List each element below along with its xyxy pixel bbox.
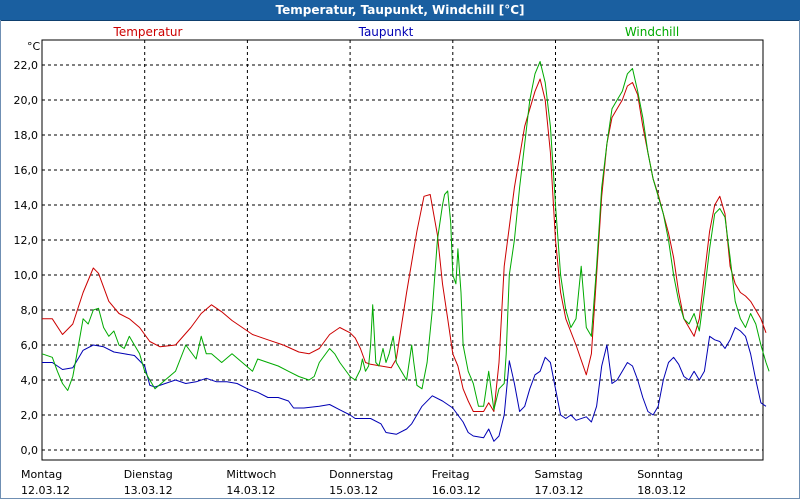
chart-grid: [42, 40, 763, 460]
x-tick-day: Donnerstag: [329, 468, 393, 481]
y-axis-label: °C: [27, 40, 41, 53]
x-tick-day: Sonntag: [637, 468, 683, 481]
legend-item-temperatur: Temperatur: [113, 25, 183, 39]
chart-frame: 0,0 2,0 4,0 6,0 8,0 10,0 12,0 14,0 16,0 18,0 20,0 2…: [0, 20, 800, 499]
legend: Temperatur Taupunkt Windchill: [113, 25, 680, 39]
y-tick-label: 22,0: [14, 59, 39, 72]
y-tick-label: 12,0: [14, 234, 39, 247]
x-tick-day: Mittwoch: [226, 468, 276, 481]
x-tick-day: Dienstag: [124, 468, 173, 481]
y-tick-label: 4,0: [21, 374, 39, 387]
y-tick-label: 8,0: [21, 304, 39, 317]
window-titlebar: Temperatur, Taupunkt, Windchill [°C]: [0, 0, 800, 21]
plot-area: [41, 39, 764, 461]
x-axis-ticks: Montag 12.03.12 Dienstag 13.03.12 Mittwoch 14…: [21, 468, 686, 497]
legend-item-windchill: Windchill: [625, 25, 679, 39]
y-tick-label: 20,0: [14, 94, 39, 107]
y-tick-label: 2,0: [21, 409, 39, 422]
x-tick-date: 14.03.12: [226, 484, 275, 497]
series-layer: [41, 61, 770, 442]
x-tick-day: Freitag: [432, 468, 470, 481]
line-chart: 0,0 2,0 4,0 6,0 8,0 10,0 12,0 14,0 16,0 18,0 20,0 2…: [14, 25, 770, 497]
x-tick-date: 13.03.12: [124, 484, 173, 497]
x-tick-date: 16.03.12: [432, 484, 481, 497]
legend-item-taupunkt: Taupunkt: [358, 25, 414, 39]
x-tick-date: 15.03.12: [329, 484, 378, 497]
y-tick-label: 16,0: [14, 164, 39, 177]
x-tick-day: Samstag: [535, 468, 583, 481]
window-title: Temperatur, Taupunkt, Windchill [°C]: [275, 3, 525, 17]
x-tick-date: 12.03.12: [21, 484, 70, 497]
y-tick-label: 10,0: [14, 269, 39, 282]
y-tick-label: 14,0: [14, 199, 39, 212]
series-line-temperatur: [42, 78, 767, 412]
y-tick-label: 0,0: [21, 444, 39, 457]
x-tick-date: 17.03.12: [535, 484, 584, 497]
y-axis-ticks: 0,0 2,0 4,0 6,0 8,0 10,0 12,0 14,0 16,0 18,0 20,0 2…: [14, 59, 39, 457]
series-line-windchill: [41, 61, 770, 411]
x-tick-date: 18.03.12: [637, 484, 686, 497]
y-tick-label: 18,0: [14, 129, 39, 142]
y-tick-label: 6,0: [21, 339, 39, 352]
x-tick-day: Montag: [21, 468, 62, 481]
